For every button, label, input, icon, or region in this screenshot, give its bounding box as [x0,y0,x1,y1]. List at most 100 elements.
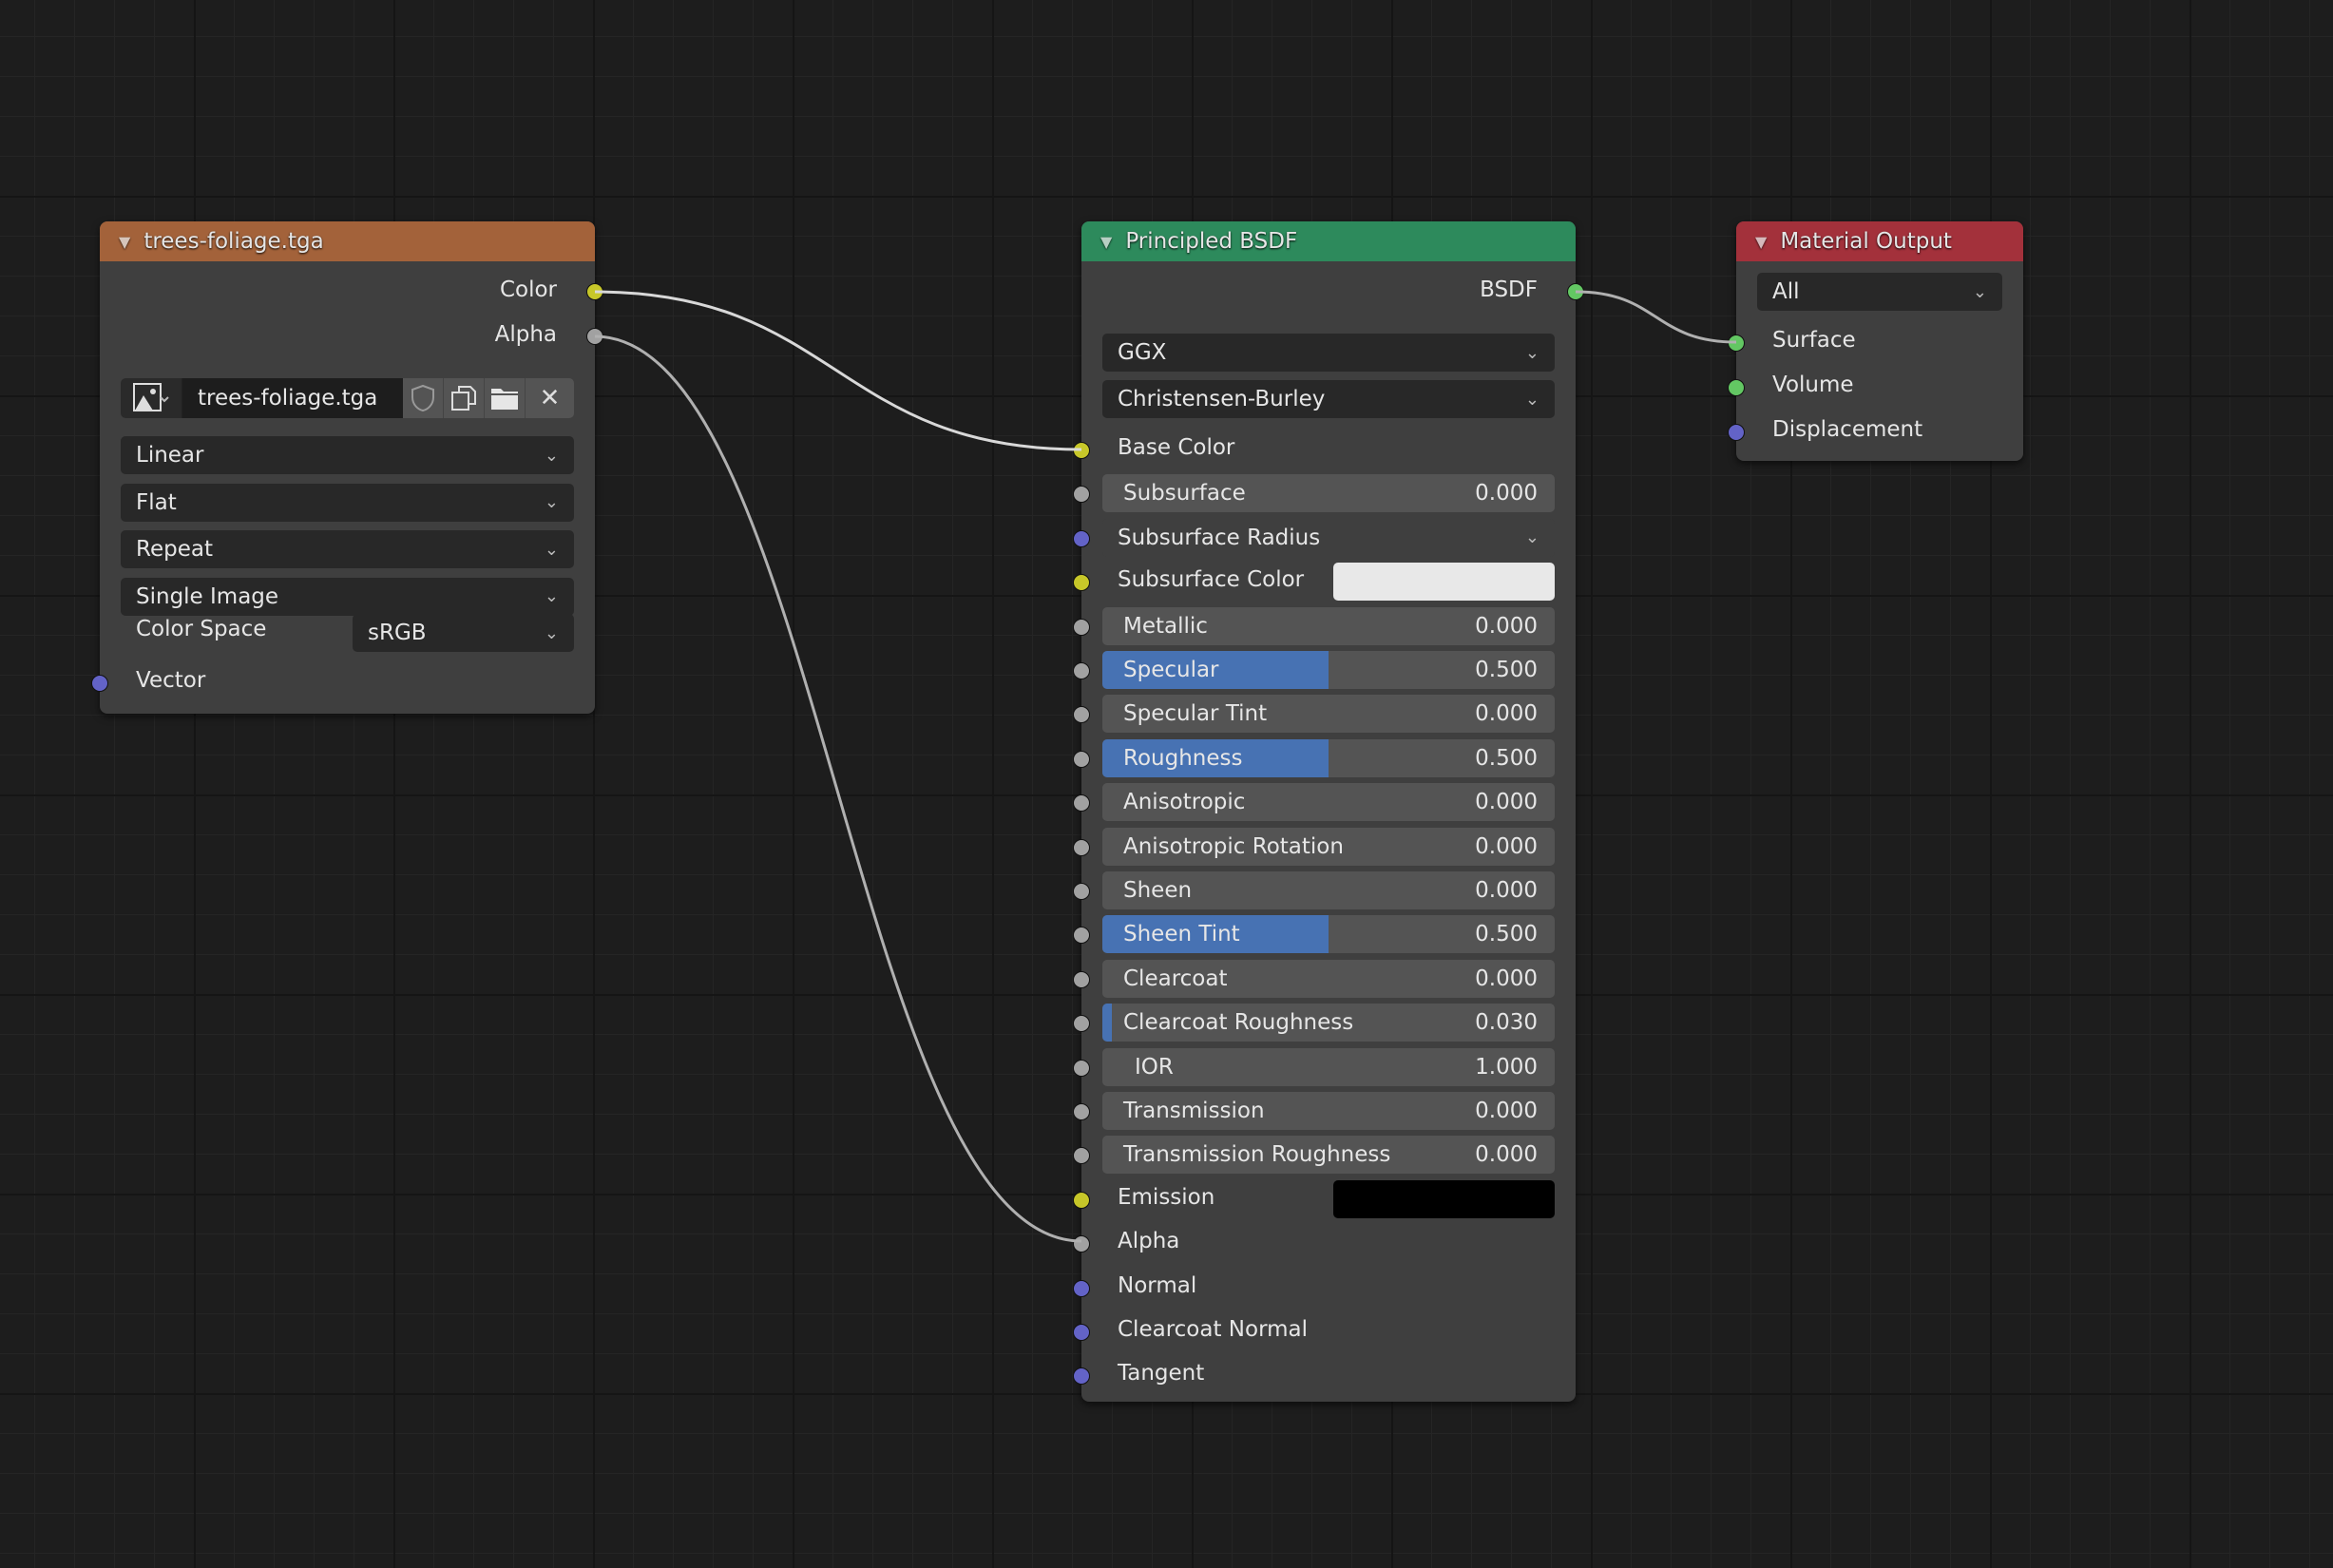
transmission-roughness-slider[interactable]: Transmission Roughness 0.000 [1102,1136,1555,1175]
clearcoat-roughness-slider-fill [1102,1004,1112,1042]
chevron-down-icon: ⌄ [544,539,559,560]
subsurface-slider[interactable]: Subsurface 0.000 [1102,474,1555,513]
sheen-value: 0.000 [1475,878,1538,903]
image-texture-node[interactable]: ▼ trees-foliage.tga Color Alpha trees-fo… [91,221,603,714]
collapse-triangle-icon[interactable]: ▼ [1100,233,1112,251]
input-alpha-socket[interactable] [1073,1235,1090,1253]
image-node-header[interactable]: ▼ trees-foliage.tga [100,221,595,261]
specular-value: 0.500 [1475,658,1538,682]
image-file-row: trees-foliage.tga ✕ [121,378,574,418]
subsurface-method-dropdown[interactable]: Christensen-Burley ⌄ [1102,380,1555,418]
clearcoat-value: 0.000 [1475,966,1538,991]
input-transmission-socket[interactable] [1073,1103,1090,1120]
clearcoat-roughness-label: Clearcoat Roughness [1123,1010,1354,1036]
input-sheen-socket[interactable] [1073,883,1090,900]
duplicate-image-icon[interactable] [444,378,485,418]
material-output-node[interactable]: ▼ Material Output All ⌄ Surface Volume Disp… [1728,221,2023,461]
specular-tint-label: Specular Tint [1123,701,1268,727]
link-alpha-to-alpha[interactable] [594,335,1082,1243]
image-name-field[interactable]: trees-foliage.tga [182,378,403,418]
output-alpha-socket[interactable] [586,328,603,345]
anisotropic-rotation-slider[interactable]: Anisotropic Rotation 0.000 [1102,827,1555,866]
input-surface-socket[interactable] [1728,335,1745,352]
specular-tint-slider[interactable]: Specular Tint 0.000 [1102,695,1555,734]
roughness-value: 0.500 [1475,745,1538,771]
input-ior-socket[interactable] [1073,1059,1090,1077]
clearcoat-slider[interactable]: Clearcoat 0.000 [1102,959,1555,998]
input-specular-tint-socket[interactable] [1073,706,1090,724]
emission-swatch[interactable] [1333,1179,1555,1218]
metallic-slider[interactable]: Metallic 0.000 [1102,606,1555,645]
input-surface-label: Surface [1772,328,1856,353]
anisotropic-value: 0.000 [1475,790,1538,815]
input-emission-socket[interactable] [1073,1191,1090,1209]
dropdown-value: Flat [136,489,177,515]
input-base-color-socket[interactable] [1073,442,1090,459]
input-clearcoat-roughness-socket[interactable] [1073,1015,1090,1033]
fake-user-shield-icon[interactable] [403,378,444,418]
bsdf-node-header[interactable]: ▼ Principled BSDF [1081,221,1576,261]
chevron-down-icon: ⌄ [1524,527,1539,548]
input-clearcoat-normal-socket[interactable] [1073,1324,1090,1341]
clearcoat-roughness-value: 0.030 [1475,1010,1538,1036]
input-anisotropic-socket[interactable] [1073,794,1090,813]
single-image-dropdown[interactable]: Single Image ⌄ [121,577,574,616]
chevron-down-icon: ⌄ [1524,342,1539,363]
sheen-tint-slider[interactable]: Sheen Tint 0.500 [1102,915,1555,954]
input-tangent-label: Tangent [1118,1361,1205,1386]
input-subsurface-color-socket[interactable] [1073,574,1090,592]
input-subsurface-color-label: Subsurface Color [1118,567,1305,593]
linear-dropdown[interactable]: Linear ⌄ [121,436,574,474]
subsurface-radius-dropdown[interactable]: Subsurface Radius ⌄ [1102,518,1555,557]
sheen-label: Sheen [1123,878,1193,903]
input-subsurface-socket[interactable] [1073,486,1090,504]
input-volume-socket[interactable] [1728,379,1745,396]
color-space-dropdown[interactable]: sRGB ⌄ [353,614,574,652]
input-sheen-tint-socket[interactable] [1073,927,1090,945]
target-dropdown[interactable]: All ⌄ [1757,273,2002,311]
input-tangent-socket[interactable] [1073,1367,1090,1386]
anisotropic-slider[interactable]: Anisotropic 0.000 [1102,783,1555,822]
input-subsurface-radius-socket[interactable] [1073,529,1090,547]
input-specular-socket[interactable] [1073,662,1090,679]
collapse-triangle-icon[interactable]: ▼ [1755,233,1767,251]
transmission-value: 0.000 [1475,1099,1538,1123]
principled-bsdf-node[interactable]: ▼ Principled BSDF BSDF GGX ⌄ Christensen-… [1073,221,1584,1402]
output-node-header[interactable]: ▼ Material Output [1736,221,2023,261]
distribution-value: GGX [1118,340,1167,365]
sheen-slider[interactable]: Sheen 0.000 [1102,871,1555,909]
input-normal-socket[interactable] [1073,1279,1090,1297]
ior-slider[interactable]: IOR 1.000 [1102,1047,1555,1086]
output-color-label: Color [499,277,557,302]
subsurface-label: Subsurface [1123,481,1246,507]
repeat-dropdown[interactable]: Repeat ⌄ [121,530,574,568]
input-clearcoat-socket[interactable] [1073,970,1090,988]
image-browse-button[interactable] [121,378,182,418]
target-value: All [1772,279,1800,304]
output-bsdf-socket[interactable] [1567,283,1584,300]
collapse-triangle-icon[interactable]: ▼ [119,233,130,251]
unlink-image-close-icon[interactable]: ✕ [526,378,574,418]
link-bsdf-to-surface[interactable] [1575,290,1737,344]
subsurface-color-swatch[interactable] [1333,563,1555,602]
output-alpha-label: Alpha [494,322,557,347]
color-space-value: sRGB [368,621,427,645]
transmission-slider[interactable]: Transmission 0.000 [1102,1092,1555,1130]
input-roughness-socket[interactable] [1073,750,1090,768]
link-color-to-base-color[interactable] [594,290,1082,451]
subsurface-method-value: Christensen-Burley [1118,387,1326,411]
input-volume-label: Volume [1772,373,1854,397]
output-color-socket[interactable] [586,283,603,300]
distribution-dropdown[interactable]: GGX ⌄ [1102,334,1555,372]
specular-slider[interactable]: Specular 0.500 [1102,651,1555,689]
roughness-slider[interactable]: Roughness 0.500 [1102,738,1555,777]
input-vector-socket[interactable] [91,675,108,692]
sheen-tint-label: Sheen Tint [1123,922,1240,947]
open-folder-icon[interactable] [485,378,526,418]
input-anisotropic-rotation-socket[interactable] [1073,838,1090,856]
clearcoat-roughness-slider[interactable]: Clearcoat Roughness 0.030 [1102,1004,1555,1042]
flat-dropdown[interactable]: Flat ⌄ [121,483,574,522]
input-metallic-socket[interactable] [1073,618,1090,636]
input-displacement-socket[interactable] [1728,424,1745,441]
input-transmission-roughness-socket[interactable] [1073,1147,1090,1165]
